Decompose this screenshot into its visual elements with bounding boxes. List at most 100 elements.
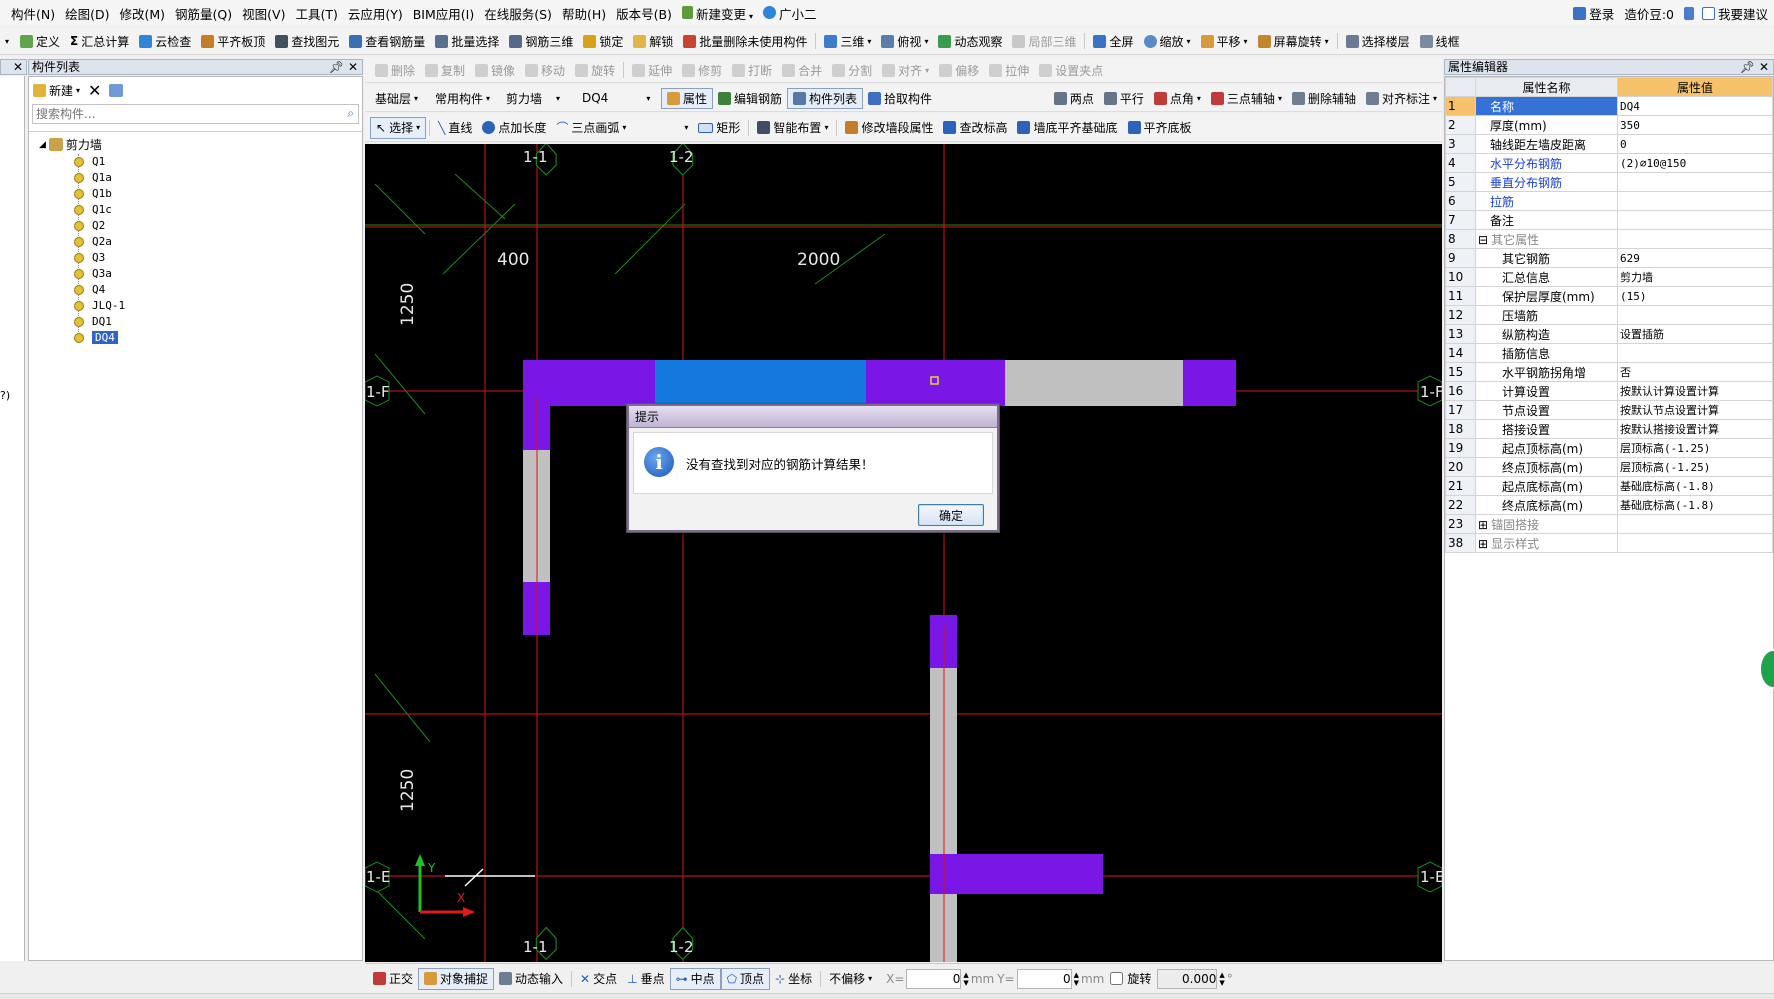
rotate-spin-icon[interactable]: ▲ ▼ [1219,971,1224,987]
wireframe-button[interactable]: 线框 [1415,28,1465,54]
expand-icon[interactable]: ⊞ [1478,518,1488,532]
zoom-button[interactable]: 缩放 ▾ [1139,28,1196,54]
y-spin-icon[interactable]: ▲ ▼ [1074,971,1079,987]
midpoint-snap[interactable]: ⊶ 中点 [669,967,721,990]
set-grip-button[interactable]: 设置夹点 [1034,58,1108,82]
delete-button[interactable]: 删除 [370,58,420,82]
view-rebar-button[interactable]: 查看钢筋量 [344,28,430,54]
menu-component[interactable]: 构件(N) [6,4,60,23]
wall-segment[interactable] [930,854,1103,894]
menu-view[interactable]: 视图(V) [237,4,290,23]
property-row[interactable]: 13 纵筋构造 设置插筋 [1445,324,1773,344]
property-value[interactable]: 按默认计算设置计算 [1617,381,1773,401]
batch-select-button[interactable]: 批量选择 [430,28,504,54]
cloud-check-button[interactable]: 云检查 [134,28,196,54]
component-search-input[interactable] [33,105,323,123]
wall-segment[interactable] [523,360,655,406]
point-angle-axis-button[interactable]: 点角 ▾ [1149,85,1206,111]
coordinate-snap[interactable]: ⊹ 坐标 [770,964,817,993]
toolbar-overflow-icon[interactable]: ▾ [5,37,9,46]
property-row[interactable]: 8 ⊟ 其它属性 [1445,229,1773,249]
ortho-toggle[interactable]: 正交 [368,964,418,993]
x-spin-icon[interactable]: ▲ ▼ [963,971,968,987]
dynamic-observe-button[interactable]: 动态观察 [933,28,1007,54]
menu-draw[interactable]: 绘图(D) [60,4,114,23]
menu-modify[interactable]: 修改(M) [115,4,171,23]
menu-help[interactable]: 帮助(H) [557,4,611,23]
tree-item-component[interactable]: Q1 [74,155,105,168]
select-tool[interactable]: ↖ 选择 ▾ [370,116,427,139]
three-point-axis-button[interactable]: 三点辅轴 ▾ [1206,85,1287,111]
collapse-icon[interactable]: ◢ [39,140,46,150]
tree-item-component[interactable]: DQ1 [74,315,112,328]
ok-button[interactable]: 确定 [918,504,984,526]
property-value[interactable]: (2)⌀10@150 [1617,153,1773,173]
local-3d-button[interactable]: 局部三维 [1007,28,1081,54]
rotate-button[interactable]: 旋转 [570,58,620,82]
menu-bim[interactable]: BIM应用(I) [408,4,480,23]
property-value[interactable]: 否 [1617,362,1773,382]
floor-select[interactable]: 基础层 ▾ [370,85,430,111]
wall-segment[interactable] [866,360,1005,406]
x-input[interactable] [906,968,962,989]
property-value[interactable]: 层顶标高(-1.25) [1617,438,1773,458]
property-value[interactable] [1617,210,1773,230]
parallel-axis-button[interactable]: 平行 [1099,85,1149,111]
search-icon[interactable]: ⌕ [347,106,354,121]
property-row[interactable]: 12 压墙筋 [1445,305,1773,325]
rotate-input[interactable] [1157,968,1218,989]
property-row[interactable]: 9 其它钢筋 629 [1445,248,1773,268]
split-button[interactable]: 分割 [827,58,877,82]
summary-calc-button[interactable]: Σ 汇总计算 [65,28,134,54]
check-elevation-button[interactable]: 查改标高 [938,114,1012,141]
property-row[interactable]: 14 插筋信息 [1445,343,1773,363]
property-value[interactable]: 基础底标高(-1.8) [1617,476,1773,496]
expand-icon[interactable]: ⊟ [1478,233,1488,247]
property-value[interactable] [1617,191,1773,211]
property-row[interactable]: 6 拉筋 [1445,191,1773,211]
menu-tools[interactable]: 工具(T) [290,4,342,23]
property-value[interactable]: 629 [1617,248,1773,268]
login-link[interactable]: 登录 [1589,4,1614,23]
menu-version[interactable]: 版本号(B) [611,4,677,23]
pan-button[interactable]: 平移 ▾ [1196,28,1253,54]
tree-item-component[interactable]: Q2 [74,219,105,232]
vertex-snap[interactable]: ⬠ 顶点 [720,967,771,990]
align-button[interactable]: 对齐 ▾ [877,58,934,82]
property-row[interactable]: 5 垂直分布钢筋 [1445,172,1773,192]
tree-item-component[interactable]: DQ4 [74,331,118,344]
drawing-canvas[interactable]: 1-1 1-2 1-1 1-2 1-F 1-E 1-F 1-E 400 2000… [365,144,1442,962]
mirror-button[interactable]: 镜像 [470,58,520,82]
property-value[interactable]: 按默认节点设置计算 [1617,400,1773,420]
new-component-button[interactable]: 新建 ▾ [33,82,80,99]
fullscreen-button[interactable]: 全屏 [1088,28,1138,54]
rebar-3d-button[interactable]: 钢筋三维 [504,28,578,54]
menu-new-change[interactable]: 新建变更 ▾ [677,4,758,23]
properties-toggle[interactable]: 属性 [661,87,714,109]
name-select[interactable]: DQ4 ▾ [577,85,661,111]
property-value[interactable] [1617,229,1773,249]
property-row[interactable]: 7 备注 [1445,210,1773,230]
property-row[interactable]: 21 起点底标高(m) 基础底标高(-1.8) [1445,476,1773,496]
property-value[interactable]: 0 [1617,134,1773,154]
align-dimension-button[interactable]: 对齐标注 ▾ [1361,85,1442,111]
property-row[interactable]: 17 节点设置 按默认节点设置计算 [1445,400,1773,420]
modify-wall-segment-button[interactable]: 修改墙段属性 [840,114,938,141]
expand-icon[interactable]: ⊞ [1478,537,1488,551]
define-button[interactable]: 定义 [15,28,65,54]
tree-item-component[interactable]: Q1b [74,187,112,200]
smart-layout-button[interactable]: 智能布置 ▾ [752,114,833,141]
property-row[interactable]: 23 ⊞ 锚固搭接 [1445,514,1773,534]
merge-button[interactable]: 合并 [777,58,827,82]
property-row[interactable]: 4 水平分布钢筋 (2)⌀10@150 [1445,153,1773,173]
move-button[interactable]: 移动 [520,58,570,82]
property-value[interactable]: (15) [1617,286,1773,306]
arc-option-select[interactable]: ▾ [631,114,693,141]
edit-rebar-button[interactable]: 编辑钢筋 [713,85,787,111]
property-row[interactable]: 20 终点顶标高(m) 层顶标高(-1.25) [1445,457,1773,477]
property-row[interactable]: 15 水平钢筋拐角增 否 [1445,362,1773,382]
menu-cloud[interactable]: 云应用(Y) [343,4,408,23]
type-select[interactable]: 剪力墙 ▾ [501,85,577,111]
find-element-button[interactable]: 查找图元 [270,28,344,54]
bell-icon[interactable] [1683,7,1694,20]
